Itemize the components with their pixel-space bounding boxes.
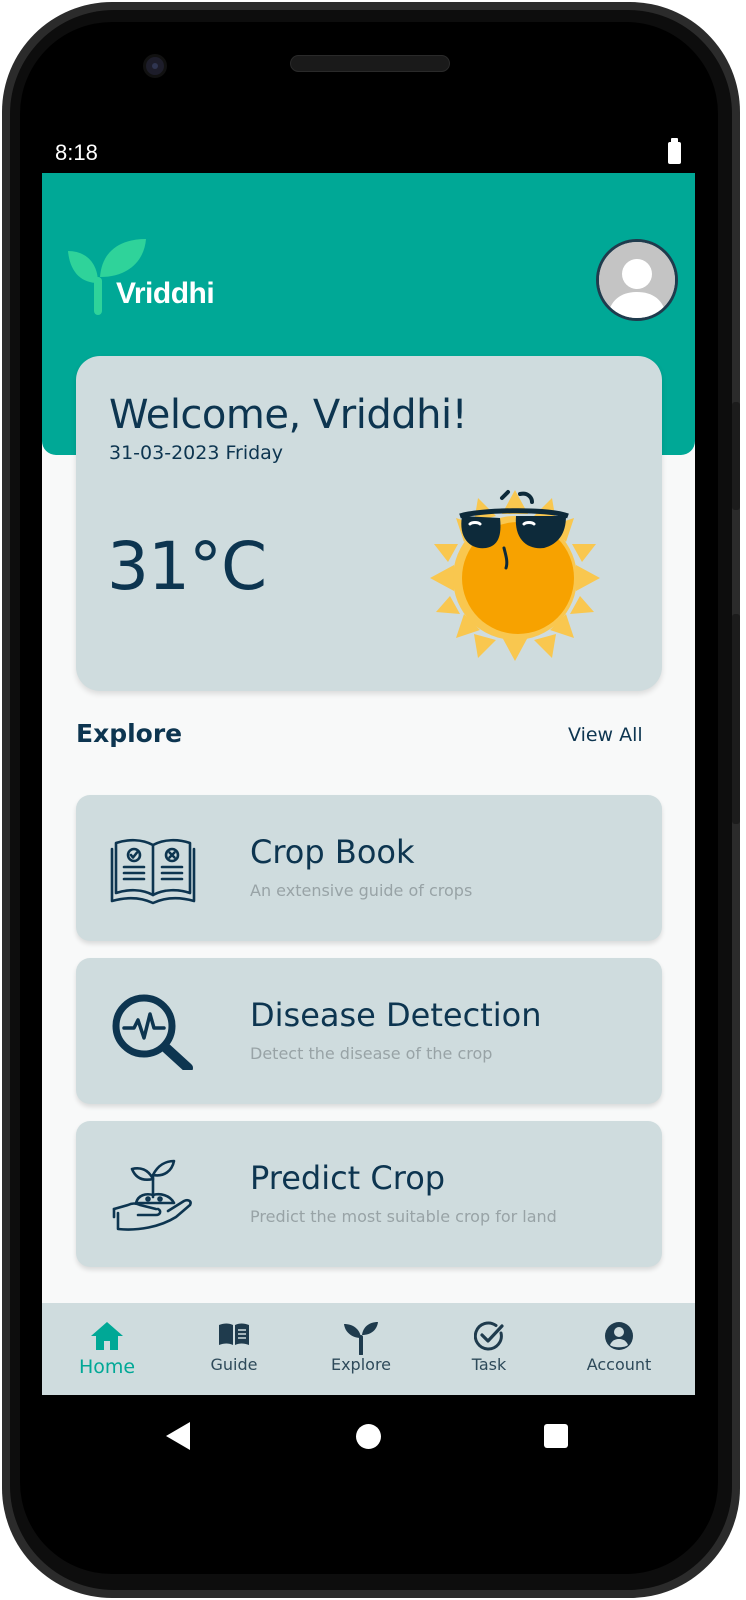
home-icon — [91, 1322, 123, 1350]
date-label: 31-03-2023 Friday — [109, 442, 284, 464]
predict-crop-card[interactable]: Predict Crop Predict the most suitable c… — [76, 1121, 662, 1267]
power-button — [732, 402, 740, 510]
welcome-heading: Welcome, Vriddhi! — [109, 392, 468, 438]
magnifier-pulse-icon — [112, 994, 193, 1070]
disease-detection-subtitle: Detect the disease of the crop — [250, 1044, 493, 1063]
disease-detection-title: Disease Detection — [250, 996, 542, 1034]
back-icon[interactable] — [166, 1422, 190, 1450]
hand-sprout-icon — [112, 1159, 192, 1231]
crop-book-subtitle: An extensive guide of crops — [250, 881, 473, 900]
sun-with-sunglasses-icon — [430, 490, 600, 661]
crop-book-title: Crop Book — [250, 833, 415, 871]
avatar[interactable] — [596, 239, 678, 321]
nav-explore[interactable]: Explore — [296, 1303, 426, 1395]
nav-guide-label: Guide — [210, 1355, 258, 1374]
open-book-icon — [110, 838, 196, 905]
status-time: 8:18 — [55, 140, 98, 165]
weather-card: Welcome, Vriddhi! 31-03-2023 Friday 31°C — [76, 356, 662, 691]
nav-explore-label: Explore — [330, 1355, 392, 1374]
nav-home-label: Home — [78, 1356, 136, 1378]
nav-guide[interactable]: Guide — [169, 1303, 299, 1395]
check-circle-icon — [474, 1321, 504, 1351]
home-button[interactable] — [356, 1424, 381, 1449]
volume-button — [732, 614, 740, 824]
crop-book-card[interactable]: Crop Book An extensive guide of crops — [76, 795, 662, 941]
predict-crop-title: Predict Crop — [250, 1159, 446, 1197]
view-all-link[interactable]: View All — [568, 724, 643, 746]
app-screen: Vriddhi Welcome, Vriddhi! 31-03-2023 Fri… — [42, 173, 695, 1395]
nav-account-label: Account — [586, 1355, 652, 1374]
book-icon — [219, 1323, 249, 1345]
battery-icon — [668, 138, 681, 164]
user-silhouette-icon — [599, 242, 675, 318]
nav-account[interactable]: Account — [554, 1303, 684, 1395]
predict-crop-subtitle: Predict the most suitable crop for land — [250, 1207, 557, 1226]
explore-heading: Explore — [76, 719, 183, 748]
app-logo: Vriddhi — [68, 237, 228, 319]
disease-detection-card[interactable]: Disease Detection Detect the disease of … — [76, 958, 662, 1104]
bottom-navigation: Home Guide Explore Task Account — [42, 1303, 695, 1395]
nav-task[interactable]: Task — [424, 1303, 554, 1395]
nav-task-label: Task — [471, 1355, 507, 1374]
sprout-icon — [344, 1322, 378, 1355]
temperature-value: 31°C — [107, 528, 267, 605]
nav-home[interactable]: Home — [42, 1303, 172, 1395]
account-circle-icon — [605, 1322, 633, 1350]
logo-text: Vriddhi — [116, 277, 215, 310]
earpiece-speaker — [290, 55, 450, 72]
recent-apps-button[interactable] — [544, 1424, 568, 1448]
front-camera — [143, 54, 167, 78]
